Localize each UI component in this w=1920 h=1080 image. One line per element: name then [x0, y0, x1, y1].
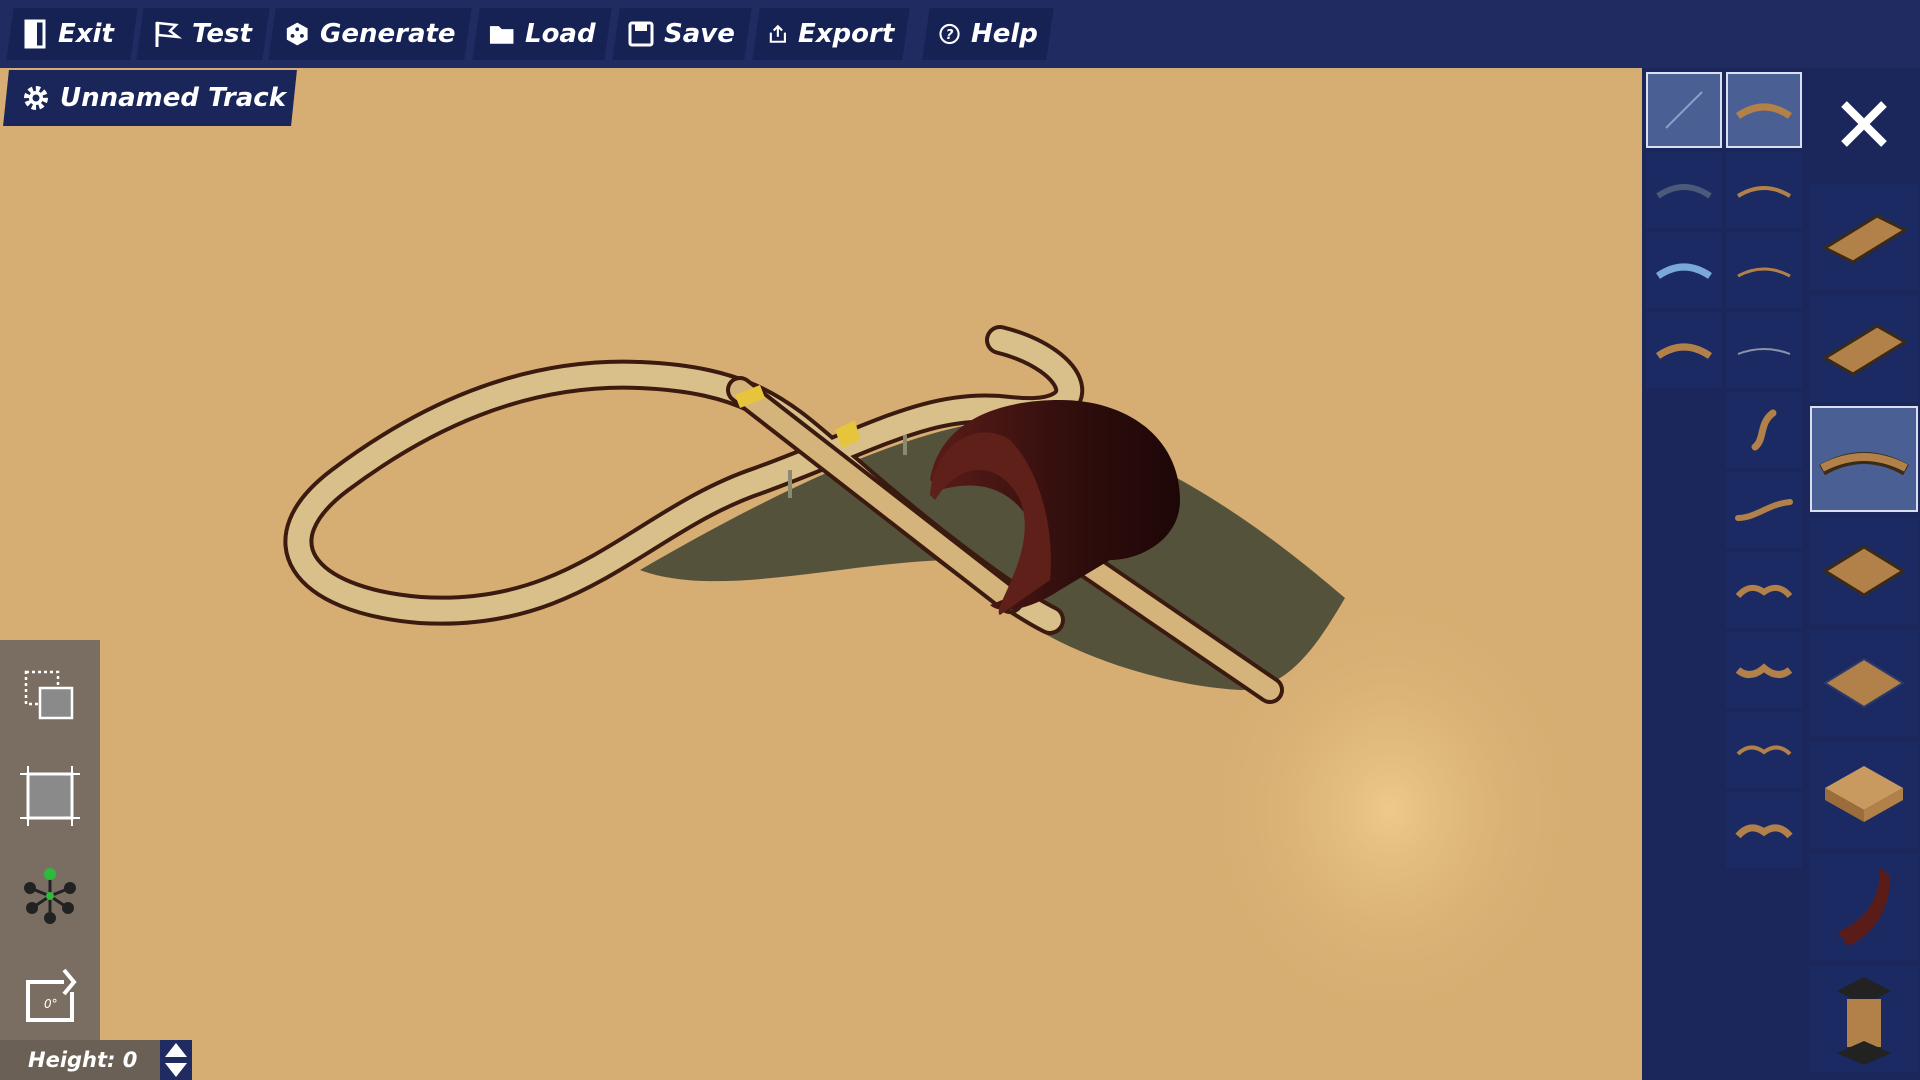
palette-pillar[interactable]: [1810, 966, 1918, 1072]
bump-mid-icon: [1735, 824, 1793, 839]
palette-flat-plate[interactable]: [1810, 184, 1918, 290]
palette-straight-diagonal[interactable]: [1646, 72, 1722, 148]
straight-diagonal-icon: [1665, 91, 1703, 129]
palette-arc-thin[interactable]: [1726, 152, 1802, 228]
arc-wide-icon: [1736, 103, 1792, 119]
rotation-value: 0°: [44, 997, 58, 1011]
load-label: Load: [525, 19, 596, 49]
block-plate-icon: [1825, 766, 1903, 822]
palette-arc-wide[interactable]: [1726, 72, 1802, 148]
height-display: Height: 0: [0, 1040, 160, 1080]
palette-arc-blue[interactable]: [1646, 232, 1722, 308]
s-curve-icon: [1751, 409, 1777, 451]
palette-wave[interactable]: [1726, 472, 1802, 548]
track-viewport[interactable]: [0, 0, 1642, 1080]
palette-bump-thin[interactable]: [1726, 712, 1802, 788]
pillar-icon: [1837, 977, 1891, 1065]
curve-piece-icon: [1819, 452, 1909, 476]
palette-curve-piece[interactable]: [1810, 406, 1918, 512]
exit-label: Exit: [58, 19, 114, 49]
height-label: Height: 0: [28, 1048, 138, 1072]
palette-ramp-plate[interactable]: [1810, 296, 1918, 402]
bump-wide-icon: [1735, 663, 1793, 678]
palette-diamond-flat[interactable]: [1810, 630, 1918, 736]
folder-icon: [489, 26, 514, 44]
arc-dark-icon: [1656, 184, 1712, 199]
arc-thin-icon: [1736, 186, 1792, 198]
dice-icon: [286, 22, 308, 46]
test-button[interactable]: Test: [136, 8, 270, 60]
gear-icon: [24, 86, 49, 110]
svg-text:?: ?: [946, 28, 954, 43]
track-name-button[interactable]: Unnamed Track: [3, 70, 297, 126]
top-toolbar: Exit Test Generate Load Save Export ? He…: [0, 0, 1920, 68]
bump-thin-icon: [1736, 745, 1792, 756]
door-exit-icon: [24, 19, 46, 49]
arc-thin-3-icon: [1737, 348, 1791, 355]
node-graph-icon: [24, 868, 76, 924]
palette-bump-double[interactable]: [1726, 552, 1802, 628]
diamond-flat-icon: [1823, 657, 1905, 709]
palette-arc-thin-3[interactable]: [1726, 312, 1802, 388]
export-icon: [769, 24, 786, 43]
help-icon: ?: [939, 23, 960, 45]
exit-button[interactable]: Exit: [6, 8, 138, 60]
test-label: Test: [192, 19, 252, 49]
left-toolbar: 0°: [0, 640, 100, 1040]
palette-arc-flat[interactable]: [1646, 312, 1722, 388]
close-icon: [1841, 101, 1887, 147]
height-down-arrow[interactable]: [165, 1063, 187, 1077]
floppy-disk-icon: [628, 21, 654, 47]
up-down-arrows-icon: [165, 1043, 187, 1077]
close-palette-button[interactable]: [1812, 72, 1916, 176]
quarter-pipe-icon: [1838, 868, 1890, 946]
height-stepper[interactable]: [160, 1040, 192, 1080]
crop-frame-icon: [20, 766, 80, 826]
select-tool[interactable]: [18, 664, 82, 728]
arc-flat-icon: [1656, 343, 1712, 359]
resize-tool[interactable]: [18, 764, 82, 828]
palette-bump-mid[interactable]: [1726, 792, 1802, 868]
load-button[interactable]: Load: [472, 8, 612, 60]
rotate-0-icon: 0°: [26, 968, 77, 1022]
arc-thin-2-icon: [1737, 267, 1791, 278]
flag-icon: [155, 21, 182, 47]
palette-bump-wide[interactable]: [1726, 632, 1802, 708]
track-scene[interactable]: [0, 0, 1642, 1080]
generate-label: Generate: [320, 19, 456, 49]
palette-quarter-pipe[interactable]: [1810, 854, 1918, 960]
generate-button[interactable]: Generate: [268, 8, 472, 60]
diamond-plate-icon: [1822, 545, 1906, 597]
export-label: Export: [797, 19, 894, 49]
export-button[interactable]: Export: [752, 8, 910, 60]
track-name-label: Unnamed Track: [60, 83, 287, 113]
palette-diamond-plate[interactable]: [1810, 518, 1918, 624]
node-tool[interactable]: [18, 864, 82, 928]
dotted-select-icon: [24, 670, 74, 720]
flat-plate-icon: [1821, 214, 1909, 264]
palette-s-curve[interactable]: [1726, 392, 1802, 468]
help-label: Help: [971, 19, 1038, 49]
help-button[interactable]: ? Help: [922, 8, 1054, 60]
rotate-tool[interactable]: 0°: [18, 964, 82, 1028]
palette-arc-dark[interactable]: [1646, 152, 1722, 228]
save-button[interactable]: Save: [612, 8, 752, 60]
save-label: Save: [664, 19, 735, 49]
bump-double-icon: [1735, 584, 1793, 599]
ramp-plate-icon: [1822, 324, 1908, 376]
palette-block-plate[interactable]: [1810, 742, 1918, 848]
wave-icon: [1735, 499, 1793, 521]
arc-blue-icon: [1656, 263, 1712, 279]
height-up-arrow[interactable]: [165, 1043, 187, 1057]
palette-arc-thin-2[interactable]: [1726, 232, 1802, 308]
